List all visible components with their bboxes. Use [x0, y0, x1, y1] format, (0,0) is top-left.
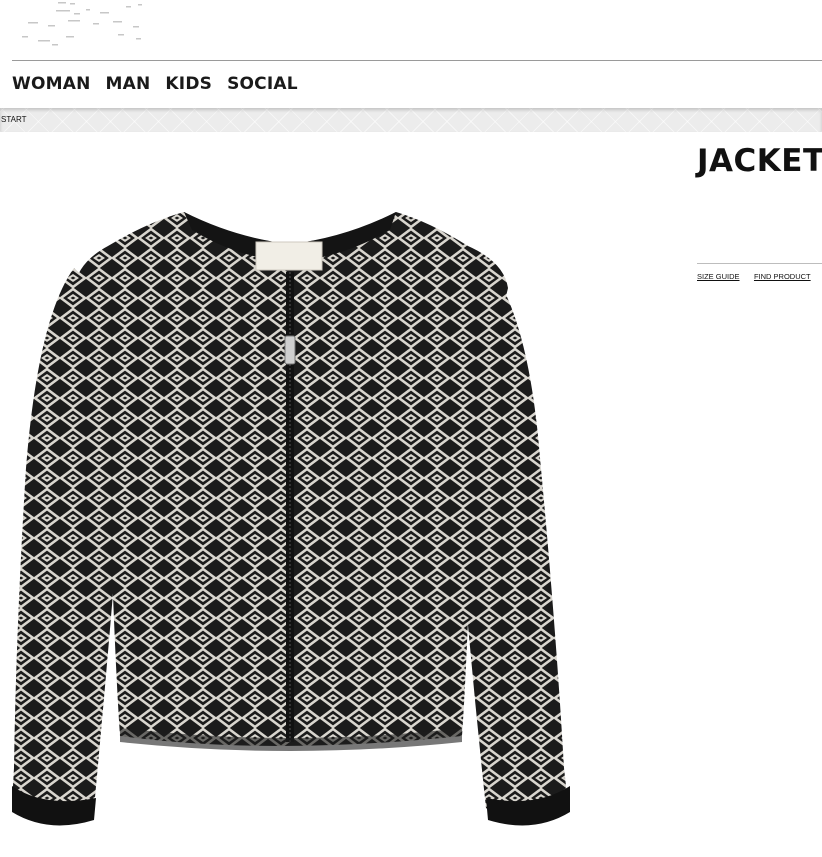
breadcrumb: START: [0, 108, 822, 132]
product-image[interactable]: [8, 208, 574, 832]
breadcrumb-start-link[interactable]: START: [1, 115, 26, 124]
nav-item-kids[interactable]: KIDS: [165, 74, 212, 94]
nav-item-man[interactable]: MAN: [106, 74, 151, 94]
size-guide-link[interactable]: SIZE GUIDE: [697, 272, 740, 281]
nav-item-social[interactable]: SOCIAL: [227, 74, 298, 94]
brand-logo[interactable]: [8, 0, 158, 50]
header-divider: [12, 60, 822, 61]
nav-item-woman[interactable]: WOMAN: [12, 74, 91, 94]
product-links: SIZE GUIDE FIND PRODUCT: [697, 263, 822, 284]
find-product-link[interactable]: FIND PRODUCT: [754, 272, 811, 281]
main-nav: WOMAN MAN KIDS SOCIAL: [12, 74, 298, 94]
product-title: JACKET: [697, 143, 822, 179]
